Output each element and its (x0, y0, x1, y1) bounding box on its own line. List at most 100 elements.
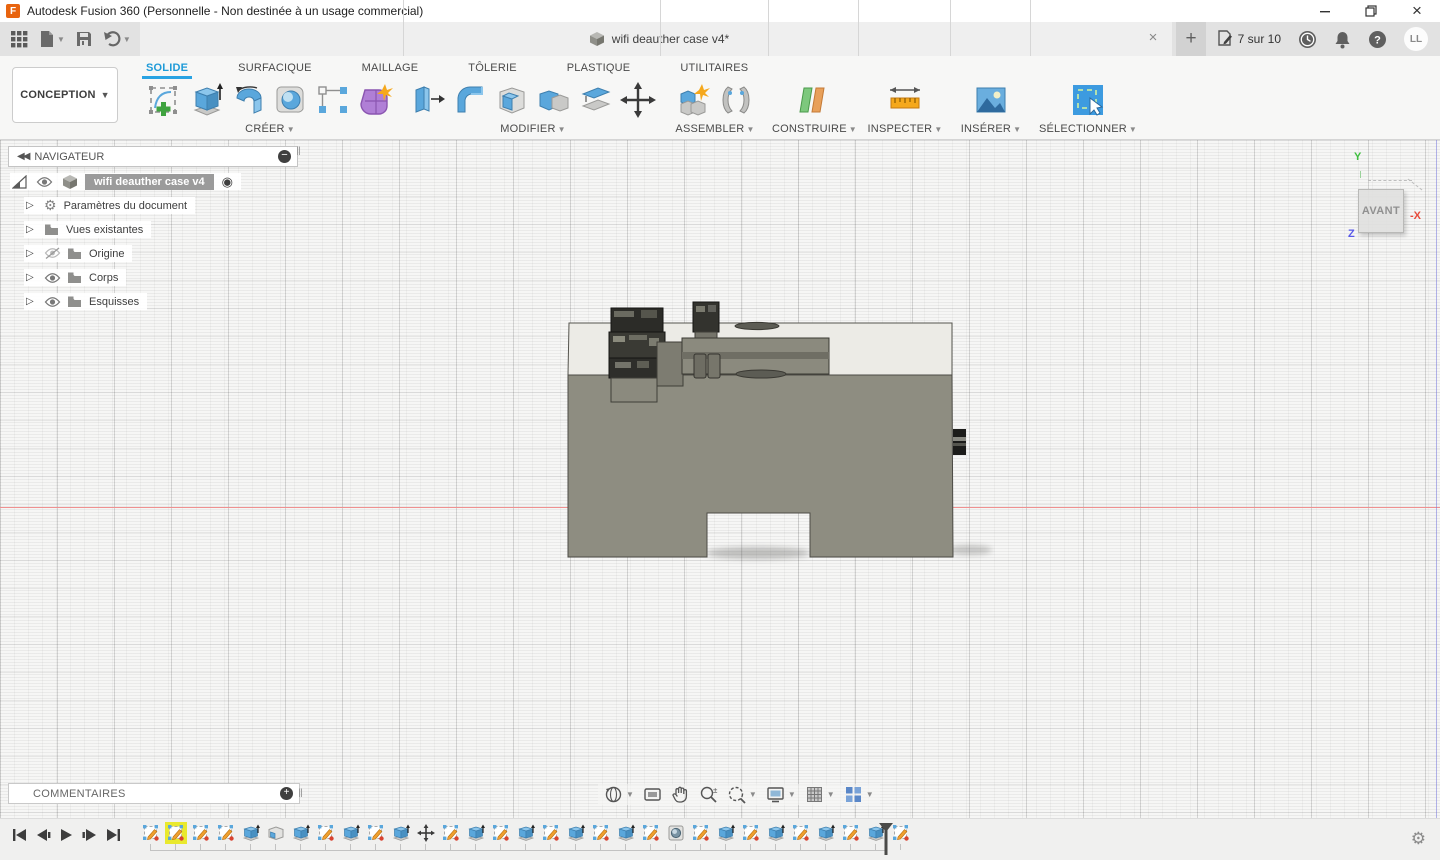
measure-button[interactable] (886, 79, 924, 121)
timeline-feature-move-feature[interactable] (417, 824, 435, 842)
file-new-button[interactable]: ▼ (37, 27, 67, 51)
timeline-feature-sketch[interactable] (792, 824, 810, 842)
group-label[interactable]: MODIFIER▼ (408, 123, 658, 135)
comments-add-icon[interactable]: + (280, 787, 293, 800)
timeline-feature-sketch[interactable] (167, 824, 185, 842)
timeline-feature-sketch[interactable] (692, 824, 710, 842)
timeline-feature-sketch[interactable] (442, 824, 460, 842)
display-settings-button[interactable]: ▼ (764, 784, 798, 805)
zoom-button[interactable]: ± (697, 784, 720, 805)
group-label[interactable]: ASSEMBLER▼ (664, 123, 766, 135)
timeline-feature-sketch[interactable] (842, 824, 860, 842)
ribbon-tab-solide[interactable]: SOLIDE (142, 59, 192, 79)
close-icon[interactable]: × (1394, 0, 1440, 22)
timeline-settings-gear-icon[interactable]: ⚙ (1411, 829, 1426, 849)
timeline-position-marker[interactable] (878, 822, 894, 856)
eye-icon[interactable] (36, 176, 53, 188)
tree-item-label[interactable]: Paramètres du document (64, 200, 188, 212)
timeline-feature-sketch[interactable] (317, 824, 335, 842)
maximize-icon[interactable] (1348, 0, 1394, 22)
navigator-item-esquisses[interactable]: ▷ Esquisses (24, 293, 147, 310)
zoom-window-button[interactable]: ▼ (725, 784, 759, 805)
chevron-down-icon[interactable]: ▼ (749, 790, 757, 799)
timeline-feature-extrude[interactable] (242, 824, 260, 842)
new-tab-button[interactable]: + (1176, 22, 1206, 56)
orbit-button[interactable]: ▼ (602, 784, 636, 805)
ribbon-tab-maillage[interactable]: MAILLAGE (358, 59, 423, 79)
form-button[interactable] (356, 79, 394, 121)
undo-button[interactable]: ▼ (101, 28, 133, 50)
group-label[interactable]: CONSTRUIRE▼ (772, 123, 856, 135)
select-button[interactable] (1069, 79, 1107, 121)
timeline-feature-sketch[interactable] (592, 824, 610, 842)
expand-arrow-icon[interactable]: ▷ (26, 296, 38, 307)
shell-button[interactable] (493, 79, 531, 121)
job-status[interactable]: 7 sur 10 (1216, 30, 1281, 48)
timeline-feature-hole-feature[interactable] (667, 824, 685, 842)
workspace-selector[interactable]: CONCEPTION ▼ (12, 67, 118, 123)
navigator-resize-grip[interactable]: ‖ (296, 144, 301, 158)
timeline-feature-box-feature[interactable] (267, 824, 285, 842)
navigator-item-corps[interactable]: ▷Corps (24, 269, 126, 286)
combine-button[interactable] (535, 79, 573, 121)
timeline-feature-extrude[interactable] (392, 824, 410, 842)
timeline-feature-extrude[interactable] (467, 824, 485, 842)
ribbon-tab-surfacique[interactable]: SURFACIQUE (234, 59, 316, 79)
press-pull-button[interactable] (409, 79, 447, 121)
clock-icon[interactable] (1298, 30, 1317, 49)
tab-close-icon[interactable]: × (1144, 29, 1162, 47)
timeline-feature-sketch[interactable] (217, 824, 235, 842)
create-sketch-button[interactable] (146, 79, 184, 121)
document-tab[interactable]: wifi deauther case v4* × (140, 22, 1172, 56)
in-canvas-triangle-icon[interactable] (12, 175, 27, 189)
eye-icon[interactable] (44, 296, 61, 308)
panel-minimize-icon[interactable]: − (278, 150, 291, 163)
pan-button[interactable] (669, 784, 692, 805)
root-document-label[interactable]: wifi deauther case v4 (85, 174, 214, 190)
chevron-down-icon[interactable]: ▼ (827, 790, 835, 799)
timeline-feature-sketch[interactable] (742, 824, 760, 842)
expand-arrow-icon[interactable]: ▷ (26, 248, 38, 259)
navigator-item-vues-existantes[interactable]: ▷ Vues existantes (24, 221, 151, 238)
viewcube[interactable]: AVANT Y Z -X (1340, 158, 1440, 250)
timeline-feature-sketch[interactable] (642, 824, 660, 842)
chevron-down-icon[interactable]: ▼ (788, 790, 796, 799)
go-to-end-button[interactable] (106, 828, 121, 842)
extrude-button[interactable] (188, 79, 226, 121)
move-button[interactable] (619, 79, 657, 121)
ribbon-tab-tôlerie[interactable]: TÔLERIE (464, 59, 520, 79)
timeline-feature-extrude[interactable] (292, 824, 310, 842)
timeline-feature-sketch[interactable] (492, 824, 510, 842)
minimize-icon[interactable] (1302, 0, 1348, 22)
navigator-root-item[interactable]: wifi deauther case v4 ◉ (10, 173, 241, 190)
viewcube-front-face[interactable]: AVANT (1358, 189, 1404, 233)
timeline-feature-extrude[interactable] (617, 824, 635, 842)
expand-arrow-icon[interactable]: ▷ (26, 224, 38, 235)
comments-resize-grip[interactable]: ‖ (298, 786, 303, 800)
model-wifi-deauther-case[interactable] (545, 290, 995, 580)
clock-icon[interactable] (1298, 30, 1317, 49)
look-at-button[interactable] (641, 784, 664, 805)
insert-image-button[interactable] (972, 79, 1010, 121)
activate-component-icon[interactable]: ◉ (222, 174, 233, 190)
fillet-button[interactable] (451, 79, 489, 121)
navigator-item-origine[interactable]: ▷Origine (24, 245, 132, 262)
joint-button[interactable] (717, 79, 755, 121)
grid-settings-button[interactable]: ▼ (803, 784, 837, 805)
collapse-panel-icon[interactable]: ◀◀ (17, 151, 28, 162)
group-label[interactable]: INSPECTER▼ (862, 123, 948, 135)
timeline-feature-extrude[interactable] (817, 824, 835, 842)
viewport-canvas[interactable]: ◀◀ NAVIGATEUR − ‖ wifi deauther case v4 ◉… (0, 140, 1440, 860)
navigator-item-param-tres-du-document[interactable]: ▷⚙Paramètres du document (24, 197, 195, 214)
help-icon[interactable]: ? (1368, 30, 1387, 49)
ribbon-tab-plastique[interactable]: PLASTIQUE (563, 59, 635, 79)
timeline-feature-sketch[interactable] (542, 824, 560, 842)
tree-item-label[interactable]: Vues existantes (66, 224, 143, 236)
construction-plane-button[interactable] (795, 79, 833, 121)
timeline-feature-extrude[interactable] (342, 824, 360, 842)
tree-item-label[interactable]: Esquisses (89, 296, 139, 308)
tree-item-label[interactable]: Corps (89, 272, 118, 284)
navigator-panel-header[interactable]: ◀◀ NAVIGATEUR − (8, 146, 298, 167)
group-label[interactable]: SÉLECTIONNER▼ (1034, 123, 1142, 135)
timeline-feature-extrude[interactable] (517, 824, 535, 842)
